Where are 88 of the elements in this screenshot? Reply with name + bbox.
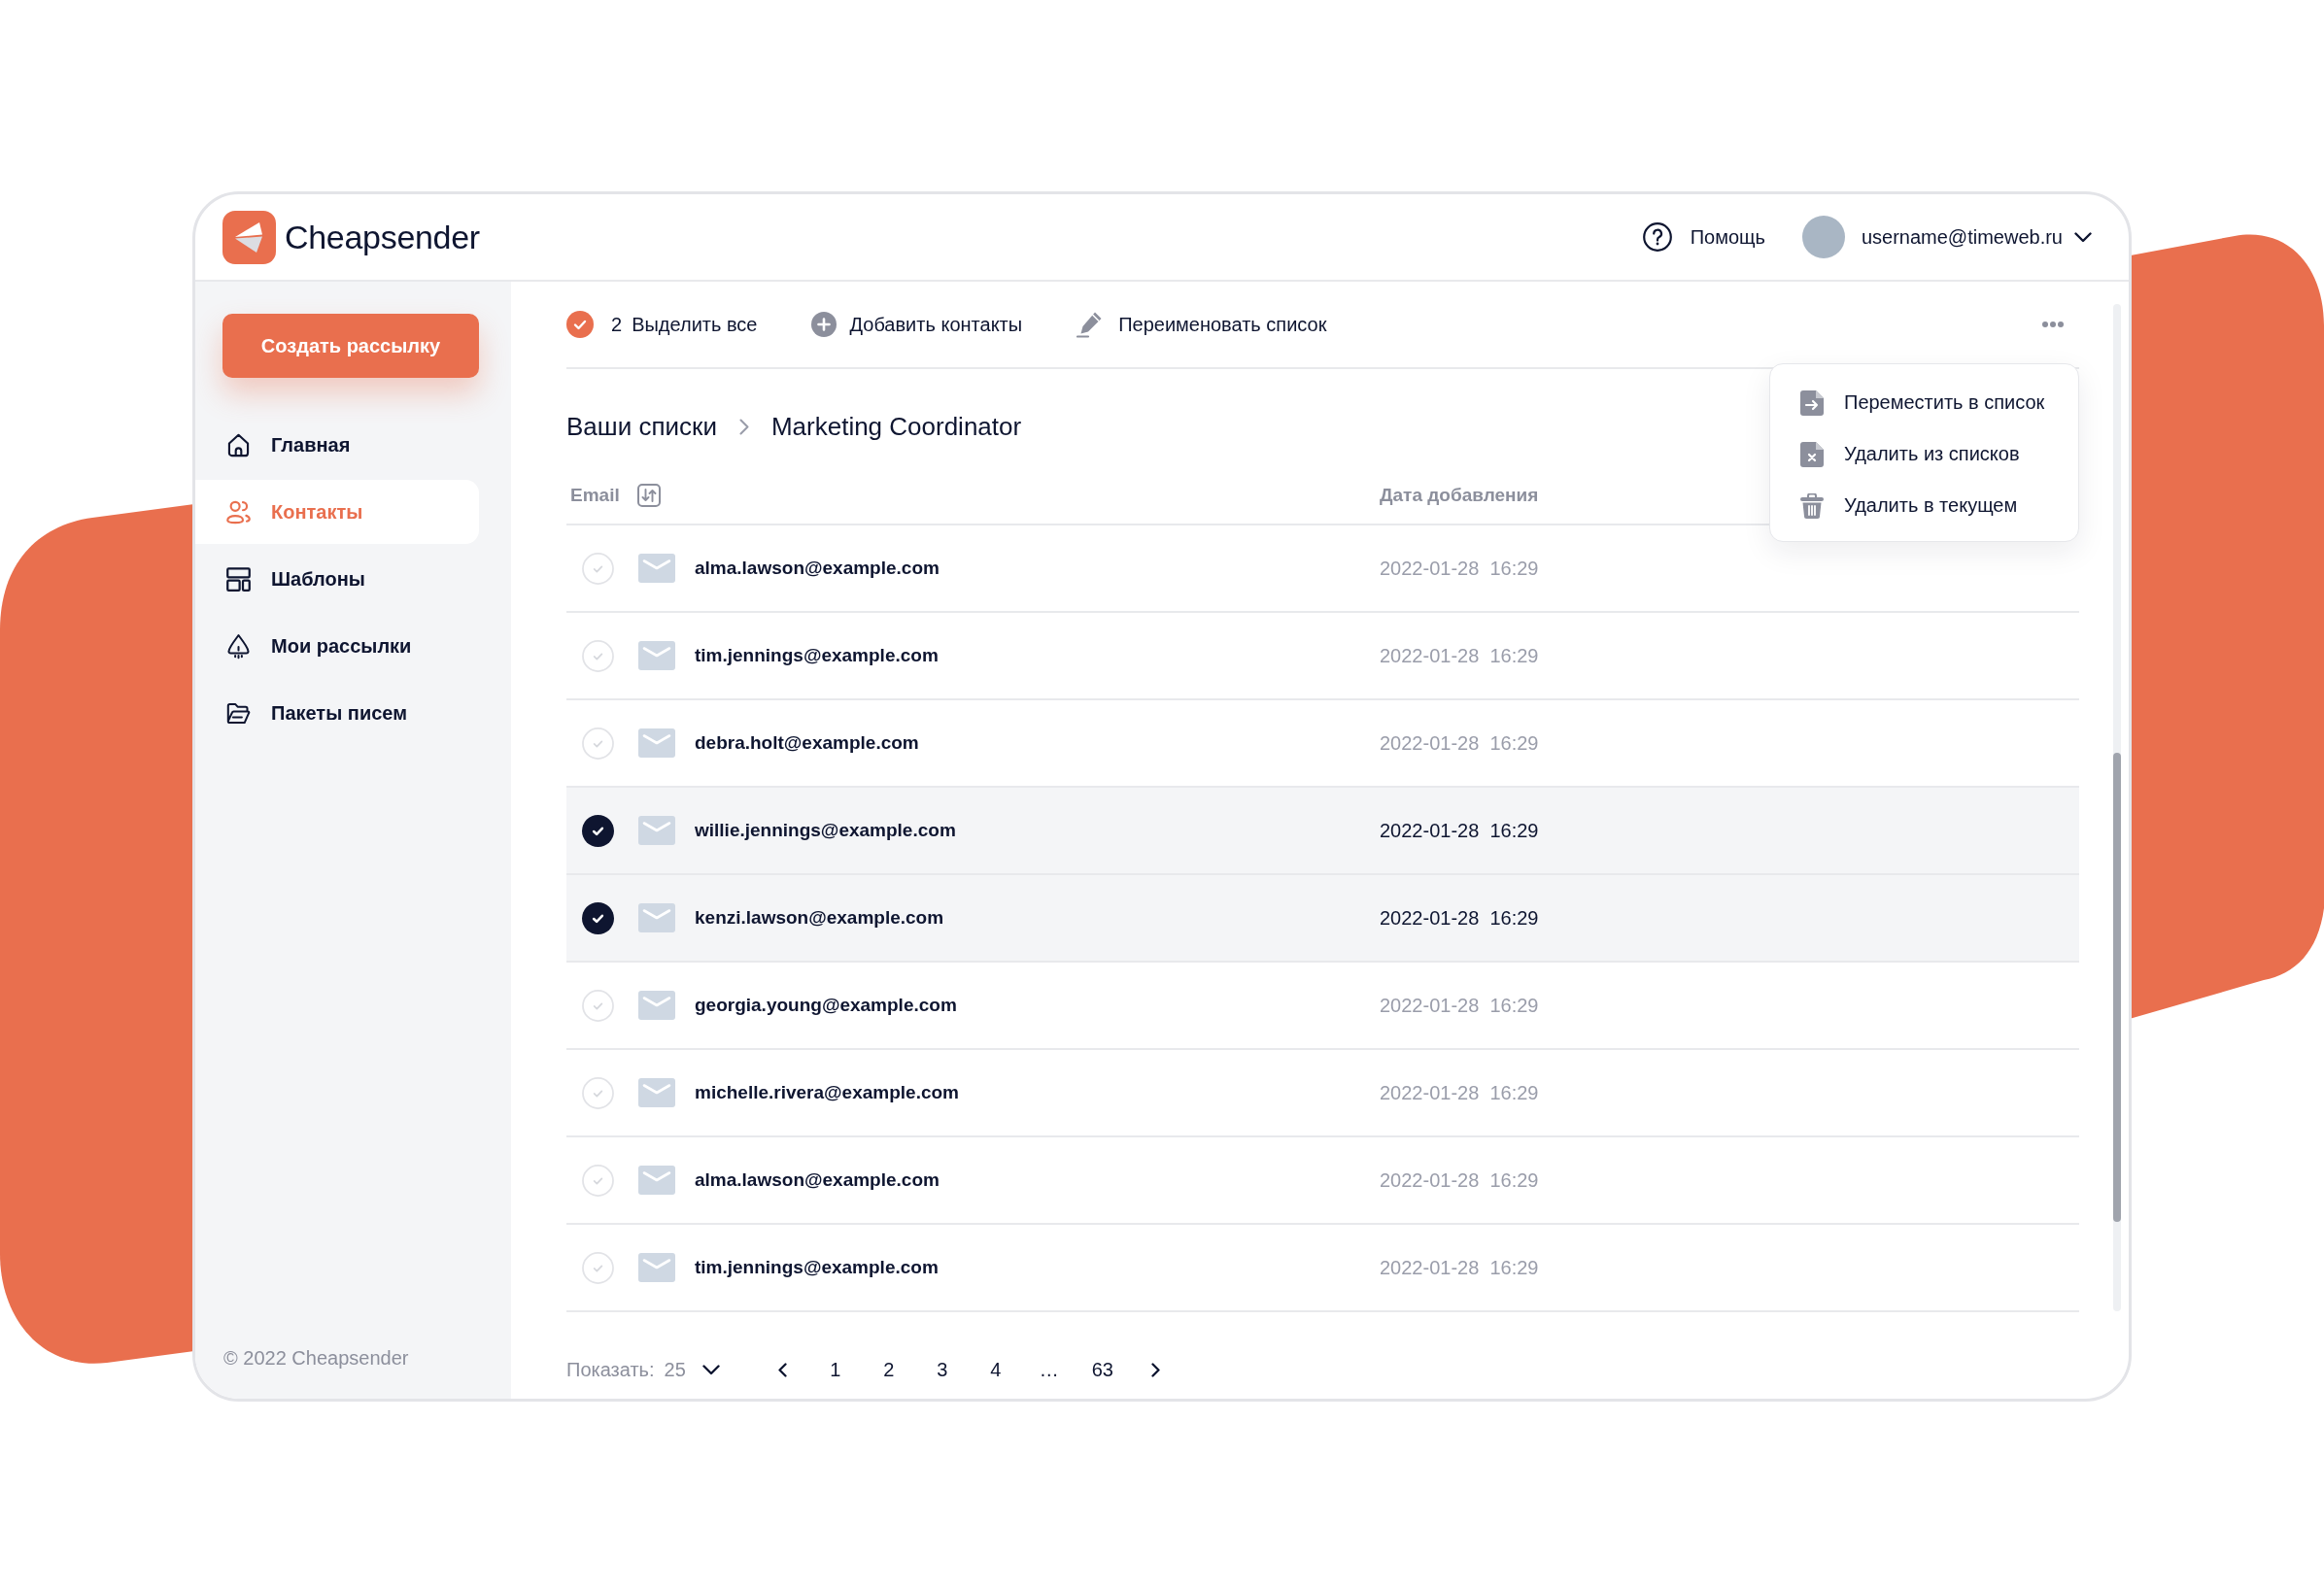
email-address: michelle.rivera@example.com	[695, 1081, 959, 1104]
email-address: alma.lawson@example.com	[695, 557, 940, 580]
sidebar-item[interactable]: Шаблоны	[195, 547, 479, 611]
row-checkbox[interactable]	[582, 989, 614, 1022]
envelope-icon	[638, 1253, 675, 1282]
selected-count: 2	[611, 313, 623, 336]
table-row[interactable]: willie.jennings@example.com 2022-01-28 16:29	[566, 788, 2079, 875]
chevron-down-icon[interactable]	[2074, 231, 2092, 243]
file-arrow-icon	[1800, 389, 1824, 416]
table-row[interactable]: georgia.young@example.com 2022-01-28 16:29	[566, 963, 2079, 1050]
date-added: 2022-01-28 16:29	[1380, 995, 1539, 1016]
rename-list-button[interactable]: Переименовать список	[1077, 311, 1327, 338]
add-contacts-button[interactable]: Добавить контакты	[811, 312, 1023, 337]
plus-circle-icon	[811, 312, 837, 337]
envelope-icon	[638, 903, 675, 932]
avatar-placeholder[interactable]	[1801, 216, 1845, 258]
date-added: 2022-01-28 16:29	[1380, 1257, 1539, 1278]
row-checkbox[interactable]	[582, 552, 614, 585]
row-checkbox[interactable]	[582, 639, 614, 672]
user-email[interactable]: username@timeweb.ru	[1861, 225, 2063, 249]
row-checkbox[interactable]	[582, 727, 614, 760]
row-checkbox[interactable]	[582, 901, 614, 934]
logo-icon	[222, 210, 276, 264]
help-icon	[1642, 222, 1672, 252]
page-link[interactable]: 4	[977, 1358, 1013, 1381]
row-checkbox[interactable]	[582, 1164, 614, 1197]
home-icon	[225, 431, 252, 458]
trash-icon	[1800, 492, 1824, 519]
email-address: willie.jennings@example.com	[695, 819, 956, 842]
sidebar-item[interactable]: Пакеты писем	[195, 681, 479, 745]
more-icon[interactable]	[2042, 322, 2064, 327]
chevron-right-icon[interactable]	[1150, 1362, 1160, 1377]
row-checkbox[interactable]	[582, 1076, 614, 1109]
date-added: 2022-01-28 16:29	[1380, 907, 1539, 929]
table-row[interactable]: tim.jennings@example.com 2022-01-28 16:29	[566, 613, 2079, 700]
date-added: 2022-01-28 16:29	[1380, 645, 1539, 666]
help-button[interactable]: Помощь	[1642, 222, 1765, 252]
envelope-icon	[638, 554, 675, 583]
envelope-icon	[638, 816, 675, 845]
breadcrumb-current: Marketing Coordinator	[770, 411, 1022, 442]
date-added: 2022-01-28 16:29	[1380, 820, 1539, 841]
sort-icon[interactable]	[636, 484, 661, 507]
date-added: 2022-01-28 16:29	[1380, 1169, 1539, 1191]
column-header: Email	[570, 485, 620, 506]
menu-item[interactable]: Переместить в список	[1770, 377, 2078, 428]
page-size-label: Показать:	[566, 1358, 655, 1381]
sidebar-item[interactable]: Главная	[195, 413, 479, 477]
envelope-icon	[638, 1166, 675, 1195]
column-header: Дата добавления	[1380, 485, 1539, 505]
email-address: alma.lawson@example.com	[695, 1168, 940, 1192]
table-row[interactable]: michelle.rivera@example.com 2022-01-28 16:29	[566, 1050, 2079, 1137]
check-circle-icon[interactable]	[566, 311, 594, 338]
email-address: georgia.young@example.com	[695, 994, 957, 1017]
breadcrumb-link[interactable]: Ваши списки	[566, 411, 717, 442]
row-checkbox[interactable]	[582, 814, 614, 847]
page-link[interactable]: 3	[924, 1358, 960, 1381]
copyright-text: © 2022 Cheapsender	[222, 1346, 410, 1371]
date-added: 2022-01-28 16:29	[1380, 558, 1539, 579]
chevron-left-icon[interactable]	[777, 1362, 787, 1377]
envelope-icon	[638, 641, 675, 670]
envelope-icon	[638, 1078, 675, 1107]
page-link[interactable]: 2	[871, 1358, 906, 1381]
envelope-icon	[638, 728, 675, 758]
select-all-button[interactable]: Выделить все	[632, 313, 758, 336]
menu-item[interactable]: Удалить из списков	[1770, 428, 2078, 480]
scrollbar-thumb[interactable]	[2113, 753, 2121, 1222]
chevron-down-icon	[701, 1364, 720, 1375]
email-address: tim.jennings@example.com	[695, 1256, 939, 1279]
layout-icon	[225, 565, 252, 592]
sidebar-item[interactable]: Мои рассылки	[195, 614, 479, 678]
email-address: kenzi.lawson@example.com	[695, 906, 944, 930]
page-link[interactable]: …	[1031, 1358, 1067, 1381]
date-added: 2022-01-28 16:29	[1380, 1082, 1539, 1103]
email-address: tim.jennings@example.com	[695, 644, 939, 667]
file-x-icon	[1800, 441, 1824, 467]
table-row[interactable]: alma.lawson@example.com 2022-01-28 16:29	[566, 1137, 2079, 1225]
chevron-right-icon	[738, 418, 749, 435]
row-checkbox[interactable]	[582, 1251, 614, 1284]
page-link[interactable]: 63	[1084, 1358, 1120, 1381]
envelope-icon	[638, 991, 675, 1020]
table-row[interactable]: tim.jennings@example.com 2022-01-28 16:29	[566, 1225, 2079, 1312]
date-added: 2022-01-28 16:29	[1380, 732, 1539, 754]
people-icon	[225, 498, 252, 525]
email-address: debra.holt@example.com	[695, 731, 919, 755]
table-row[interactable]: kenzi.lawson@example.com 2022-01-28 16:29	[566, 875, 2079, 963]
rocket-icon	[225, 632, 252, 660]
logo-text: Cheapsender	[285, 218, 480, 256]
page-link[interactable]: 1	[817, 1358, 853, 1381]
